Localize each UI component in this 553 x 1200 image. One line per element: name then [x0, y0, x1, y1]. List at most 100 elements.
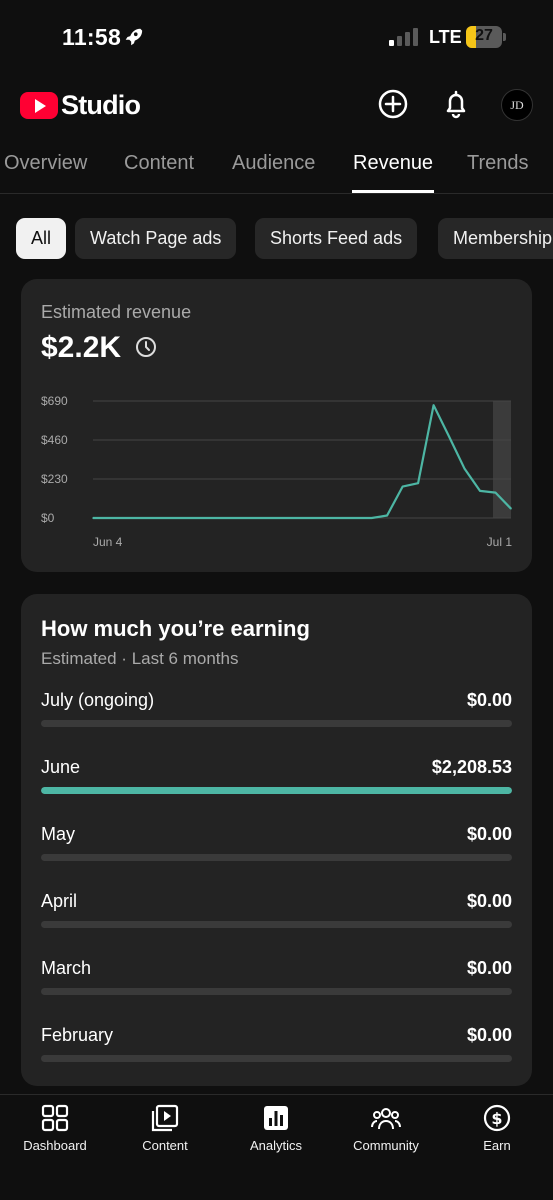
battery-level: 27	[475, 27, 493, 44]
earnings-progress-bar	[41, 988, 512, 995]
data-point	[216, 517, 218, 519]
tab-content[interactable]: Content	[124, 152, 194, 175]
nav-label: Community	[353, 1138, 419, 1153]
data-point	[432, 404, 435, 407]
tab-trends[interactable]: Trends	[467, 152, 529, 175]
x-tick-label: Jun 4	[93, 535, 123, 549]
nav-content[interactable]: Content	[110, 1103, 220, 1153]
active-tab-indicator	[352, 190, 434, 193]
create-icon[interactable]	[377, 88, 409, 120]
earnings-row: May $0.00	[41, 824, 512, 884]
tab-bar: Overview Content Audience Revenue Trends	[0, 145, 553, 194]
earnings-month: July (ongoing)	[41, 690, 155, 710]
network-label: LTE	[429, 27, 462, 47]
data-point	[231, 517, 234, 519]
data-point	[386, 514, 388, 517]
chip-membership[interactable]: Membership	[438, 218, 553, 259]
svg-text:$: $	[491, 1109, 502, 1128]
y-tick-label: $460	[41, 433, 68, 447]
signal-icon	[389, 28, 418, 46]
earnings-progress-fill	[41, 787, 512, 794]
nav-community[interactable]: Community	[331, 1103, 441, 1153]
tab-overview[interactable]: Overview	[4, 152, 87, 175]
estimated-revenue-card[interactable]: Estimated revenue $2.2K $690 $460 $230 $0 Ju…	[21, 279, 532, 572]
studio-logo[interactable]: Studio	[20, 88, 141, 122]
data-point	[262, 517, 265, 519]
earnings-row: April $0.00	[41, 891, 512, 951]
data-point	[355, 517, 357, 519]
tab-audience[interactable]: Audience	[232, 152, 315, 175]
data-point	[401, 485, 404, 488]
earnings-amount: $0.00	[466, 690, 512, 710]
status-bar: 11:58 LTE 27	[0, 0, 553, 78]
nav-label: Analytics	[249, 1138, 303, 1153]
data-point	[324, 517, 327, 519]
chip-all[interactable]: All	[16, 218, 67, 259]
nav-analytics[interactable]: Analytics	[221, 1103, 331, 1153]
data-point	[370, 517, 373, 519]
status-time: 11:58	[62, 24, 122, 50]
notifications-icon[interactable]	[440, 88, 472, 120]
data-point	[293, 517, 296, 519]
earnings-amount: $0.00	[466, 1025, 512, 1045]
earnings-progress-bar	[41, 921, 512, 928]
nav-label: Earn	[483, 1138, 511, 1153]
revenue-chart[interactable]: $690 $460 $230 $0 Jun 4 Jul 1	[21, 379, 532, 559]
youtube-logo-icon	[20, 91, 58, 119]
earnings-card: How much you’re earning Estimated · Last…	[21, 594, 532, 1086]
rocket-icon	[125, 28, 143, 46]
y-tick-label: $690	[41, 394, 68, 408]
clock-icon[interactable]	[135, 336, 157, 358]
data-point	[463, 468, 466, 470]
data-point	[185, 517, 187, 519]
nav-earn[interactable]: $ Earn	[442, 1103, 552, 1153]
y-tick-label: $230	[41, 472, 68, 486]
earnings-title: How much you’re earning	[41, 616, 310, 641]
earnings-month: May	[41, 824, 76, 844]
earnings-progress-bar	[41, 787, 512, 794]
battery-icon: 27	[466, 26, 506, 48]
earnings-month: February	[41, 1025, 114, 1045]
app-name: Studio	[61, 89, 141, 120]
earnings-progress-bar	[41, 720, 512, 727]
earnings-month: April	[41, 891, 78, 911]
tab-revenue[interactable]: Revenue	[353, 152, 433, 175]
revenue-card-title: Estimated revenue	[41, 302, 192, 322]
nav-label: Dashboard	[23, 1138, 87, 1153]
chip-shorts-feed-ads[interactable]: Shorts Feed ads	[255, 218, 418, 259]
earnings-row: July (ongoing) $0.00	[41, 690, 512, 750]
nav-dashboard[interactable]: Dashboard	[0, 1103, 110, 1153]
data-point	[494, 491, 497, 494]
data-point	[107, 517, 110, 519]
data-point	[200, 517, 203, 519]
data-point	[138, 517, 141, 519]
earnings-progress-bar	[41, 854, 512, 861]
data-point	[510, 507, 512, 510]
earnings-progress-bar	[41, 1055, 512, 1062]
data-point	[277, 517, 280, 519]
nav-label: Content	[142, 1138, 188, 1153]
bottom-nav: Dashboard Content Analytics Community $ …	[0, 1094, 553, 1200]
data-point	[339, 517, 342, 519]
chip-watch-page-ads[interactable]: Watch Page ads	[75, 218, 237, 259]
revenue-value: $2.2K	[41, 331, 122, 364]
data-point	[448, 435, 450, 438]
data-point	[92, 517, 94, 519]
revenue-series-line	[93, 404, 512, 520]
data-point	[123, 517, 125, 519]
analytics-icon	[264, 1106, 288, 1130]
x-tick-label: Jul 1	[487, 535, 513, 549]
avatar[interactable]: JD	[501, 89, 533, 121]
dashboard-icon	[41, 1104, 69, 1132]
earnings-month: June	[41, 757, 81, 777]
data-point	[247, 517, 249, 519]
earnings-row: June $2,208.53	[41, 757, 512, 817]
avatar-initials: JD	[510, 97, 524, 112]
data-point	[169, 517, 172, 519]
earnings-row: February $0.00	[41, 1025, 512, 1085]
data-point	[417, 482, 419, 485]
community-icon	[371, 1108, 401, 1130]
data-point	[308, 517, 311, 519]
y-tick-label: $0	[41, 511, 55, 525]
data-point	[154, 517, 156, 519]
